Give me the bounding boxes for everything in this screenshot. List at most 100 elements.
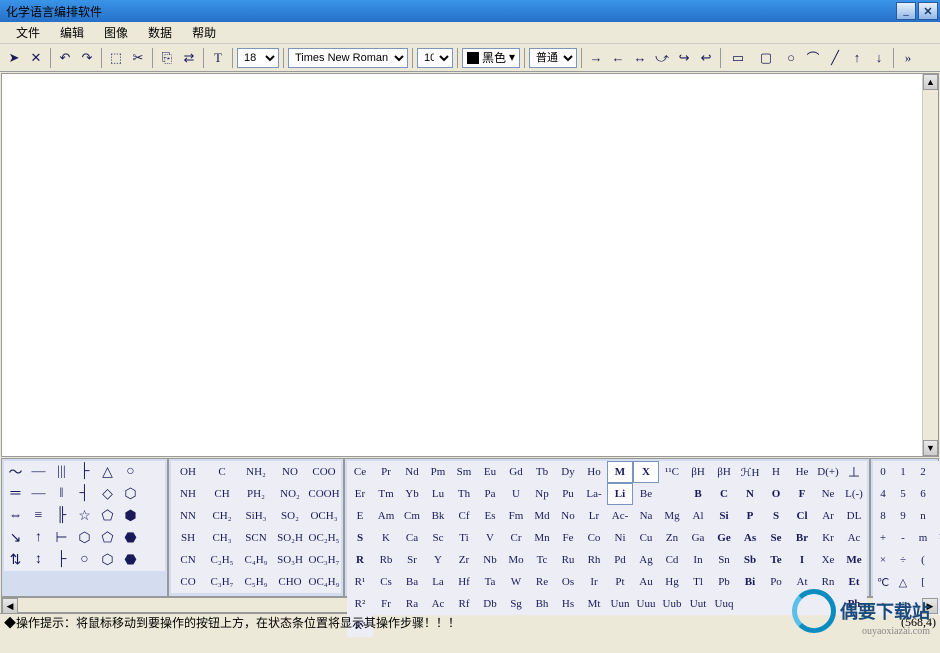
element-cell[interactable]: O xyxy=(763,483,789,505)
element-cell[interactable]: Cf xyxy=(451,505,477,527)
element-cell[interactable]: Mn xyxy=(529,527,555,549)
element-cell[interactable]: C xyxy=(711,483,737,505)
element-cell[interactable]: P xyxy=(737,505,763,527)
menu-data[interactable]: 数据 xyxy=(138,22,182,43)
line-tool[interactable]: ╱ xyxy=(825,48,845,68)
shape-cell[interactable] xyxy=(142,483,165,505)
shape-cell[interactable]: ⬢ xyxy=(119,505,142,527)
element-cell[interactable]: No xyxy=(555,505,581,527)
formula-cell[interactable]: SO₃H xyxy=(273,549,307,571)
select-rect-tool[interactable]: ⬚ xyxy=(106,48,126,68)
formula-cell[interactable]: C xyxy=(205,461,239,483)
element-cell[interactable]: Tb xyxy=(529,461,555,483)
element-cell[interactable]: B xyxy=(685,483,711,505)
arrow-down-tool[interactable]: ↓ xyxy=(869,48,889,68)
element-cell[interactable]: Po xyxy=(763,571,789,593)
shape-cell[interactable]: ||| xyxy=(50,461,73,483)
formula-cell[interactable]: SH xyxy=(171,527,205,549)
element-cell[interactable]: Pb xyxy=(711,571,737,593)
arrow-left-tool[interactable]: ← xyxy=(608,48,628,68)
element-cell[interactable]: H xyxy=(763,461,789,483)
menu-edit[interactable]: 编辑 xyxy=(50,22,94,43)
shape-cell[interactable] xyxy=(142,505,165,527)
formula-cell[interactable]: CN xyxy=(171,549,205,571)
element-cell[interactable]: Ni xyxy=(607,527,633,549)
num-cell[interactable]: 3 xyxy=(933,461,940,483)
shape-cell[interactable]: 〜 xyxy=(4,461,27,483)
element-cell[interactable]: Cs xyxy=(373,571,399,593)
formula-cell[interactable]: CO xyxy=(171,571,205,593)
element-cell[interactable]: Dy xyxy=(555,461,581,483)
minimize-button[interactable]: _ xyxy=(896,2,916,20)
formula-cell[interactable]: CH₃ xyxy=(205,527,239,549)
text-tool[interactable]: T xyxy=(208,48,228,68)
element-cell[interactable]: Lr xyxy=(581,505,607,527)
element-cell[interactable]: R¹ xyxy=(347,571,373,593)
formula-cell[interactable]: CH₂ xyxy=(205,505,239,527)
element-cell[interactable]: Ge xyxy=(711,527,737,549)
shape-cell[interactable]: ⊢ xyxy=(50,527,73,549)
formula-cell[interactable]: NH xyxy=(171,483,205,505)
element-cell[interactable]: X xyxy=(633,461,659,483)
num-cell[interactable]: ) xyxy=(933,549,940,571)
shape-cell[interactable]: ├ xyxy=(73,461,96,483)
element-cell[interactable]: Eu xyxy=(477,461,503,483)
arrow-down-loop-tool[interactable]: ↩ xyxy=(696,48,716,68)
formula-cell[interactable]: OC₄H₉ xyxy=(307,571,341,593)
element-cell[interactable]: Gd xyxy=(503,461,529,483)
element-cell[interactable]: La xyxy=(425,571,451,593)
element-cell[interactable]: Be xyxy=(633,483,659,505)
scroll-left-icon[interactable]: ◀ xyxy=(2,598,18,614)
shape-cell[interactable]: ╟ xyxy=(50,505,73,527)
element-cell[interactable]: Me xyxy=(841,549,867,571)
vertical-scrollbar[interactable]: ▲ ▼ xyxy=(922,74,938,456)
menu-help[interactable]: 帮助 xyxy=(182,22,226,43)
element-cell[interactable]: U xyxy=(503,483,529,505)
arrow-both-tool[interactable]: ↔ xyxy=(630,48,650,68)
arrow-right-tool[interactable]: → xyxy=(586,48,606,68)
element-cell[interactable]: N xyxy=(737,483,763,505)
element-cell[interactable]: Y xyxy=(425,549,451,571)
num-cell[interactable]: 1 xyxy=(893,461,913,483)
element-cell[interactable]: V xyxy=(477,527,503,549)
formula-cell[interactable]: CH xyxy=(205,483,239,505)
num-cell[interactable]: ÷ xyxy=(893,549,913,571)
element-cell[interactable]: Ac xyxy=(841,527,867,549)
num-cell[interactable]: 9 xyxy=(893,505,913,527)
redo-button[interactable]: ↷ xyxy=(77,48,97,68)
element-cell[interactable]: S xyxy=(763,505,789,527)
shape-cell[interactable] xyxy=(142,527,165,549)
shape-cell[interactable]: ⬣ xyxy=(119,527,142,549)
element-cell[interactable]: Pt xyxy=(607,571,633,593)
element-cell[interactable]: Pm xyxy=(425,461,451,483)
element-cell[interactable]: Mo xyxy=(503,549,529,571)
close-button[interactable]: ✕ xyxy=(918,2,938,20)
element-cell[interactable]: Nb xyxy=(477,549,503,571)
num-cell[interactable]: 4 xyxy=(873,483,893,505)
element-cell[interactable]: La- xyxy=(581,483,607,505)
element-cell[interactable]: Zr xyxy=(451,549,477,571)
element-cell[interactable]: Cr xyxy=(503,527,529,549)
element-cell[interactable]: Ac- xyxy=(607,505,633,527)
curve-tool[interactable]: ⌒ xyxy=(803,48,823,68)
element-cell[interactable]: Ne xyxy=(815,483,841,505)
element-cell[interactable] xyxy=(659,483,685,505)
shape-cell[interactable] xyxy=(142,461,165,483)
element-cell[interactable]: Mg xyxy=(659,505,685,527)
formula-cell[interactable]: OH xyxy=(171,461,205,483)
element-cell[interactable]: In xyxy=(685,549,711,571)
element-cell[interactable]: Ta xyxy=(477,571,503,593)
element-cell[interactable]: Sc xyxy=(425,527,451,549)
formula-cell[interactable]: COOH xyxy=(307,483,341,505)
num-cell[interactable]: 6 xyxy=(913,483,933,505)
scroll-down-icon[interactable]: ▼ xyxy=(923,440,938,456)
element-cell[interactable]: Md xyxy=(529,505,555,527)
element-cell[interactable]: K xyxy=(373,527,399,549)
element-cell[interactable]: Li xyxy=(607,483,633,505)
menu-file[interactable]: 文件 xyxy=(6,22,50,43)
element-cell[interactable]: Rb xyxy=(373,549,399,571)
formula-cell[interactable]: OC₃H₇ xyxy=(307,549,341,571)
element-cell[interactable]: Er xyxy=(347,483,373,505)
num-cell[interactable]: ] xyxy=(933,571,940,593)
element-cell[interactable]: Os xyxy=(555,571,581,593)
